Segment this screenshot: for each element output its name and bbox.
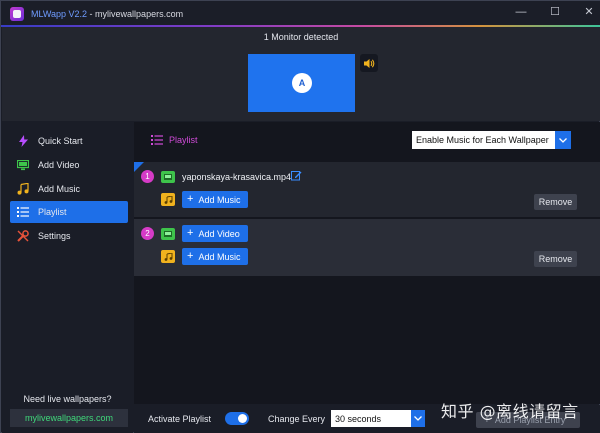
sidebar-item-label: Quick Start [38,136,83,146]
section-title: Playlist [151,135,198,145]
add-video-button[interactable]: + Add Video [182,225,248,242]
sidebar-item-playlist[interactable]: Playlist [10,201,128,223]
music-mode-value: Enable Music for Each Wallpaper [416,135,549,145]
maximize-button[interactable]: ☐ [549,7,561,18]
window-title: MLWapp V2.2 - mylivewallpapers.com [31,9,183,19]
chevron-down-icon [555,131,571,149]
list-icon [151,135,163,145]
close-button[interactable]: ✕ [583,7,595,18]
chevron-down-icon [411,410,425,427]
monitor-detected-label: 1 Monitor detected [263,32,339,42]
app-window: MLWapp V2.2 - mylivewallpapers.com — ☐ ✕… [0,0,600,433]
section-title-text: Playlist [169,135,198,145]
music-note-icon [17,183,29,195]
title-site: mylivewallpapers.com [95,9,184,19]
music-file-icon [161,193,175,206]
monitor-preview[interactable]: A [248,54,355,112]
sidebar-item-settings[interactable]: Settings [10,225,128,247]
video-file-icon [161,228,175,240]
plus-icon: + [187,250,194,262]
app-version: V2.2 [68,9,88,19]
add-music-label: Add Music [198,194,241,205]
sidebar-item-quick-start[interactable]: Quick Start [10,130,128,152]
edit-icon[interactable] [291,170,302,181]
app-name: MLWapp [31,9,67,19]
plus-icon: + [187,227,194,239]
website-link[interactable]: mylivewallpapers.com [10,409,128,427]
change-every-label: Change Every [268,414,326,424]
sidebar-item-label: Add Music [38,184,81,194]
monitor-badge: A [292,73,312,93]
remove-button[interactable]: Remove [534,251,577,267]
promo-text: Need live wallpapers? [23,394,112,404]
sidebar: Quick Start Add Video Add Music Playlist… [2,122,133,433]
speaker-icon [364,58,375,68]
activate-playlist-toggle[interactable] [225,412,249,425]
add-music-button[interactable]: + Add Music [182,191,249,208]
list-icon [17,206,29,218]
remove-button[interactable]: Remove [534,194,577,210]
interval-select[interactable]: 30 seconds [331,410,425,427]
monitor-icon [17,159,29,171]
playlist-entry[interactable]: 2 + Add Video + Add Music Remove [134,219,600,276]
video-filename: yaponskaya-krasavica.mp4 [182,172,292,182]
minimize-button[interactable]: — [515,7,527,18]
app-logo-icon [10,7,24,21]
interval-value: 30 seconds [335,413,382,424]
tools-icon [17,230,29,242]
add-video-label: Add Video [198,228,240,239]
sound-button[interactable] [360,54,378,72]
monitor-area: 1 Monitor detected A [2,27,600,121]
entry-number: 1 [141,170,154,183]
add-music-label: Add Music [198,251,241,262]
sidebar-item-add-music[interactable]: Add Music [10,178,128,200]
lightning-icon [17,135,29,147]
playlist-panel: Playlist Enable Music for Each Wallpaper… [134,122,600,404]
playlist-header: Playlist Enable Music for Each Wallpaper [134,122,600,160]
activate-playlist-label: Activate Playlist [148,414,212,424]
playlist-entry[interactable]: 1 yaponskaya-krasavica.mp4 + Add Music R… [134,162,600,217]
plus-icon: + [187,193,194,205]
title-bar: MLWapp V2.2 - mylivewallpapers.com — ☐ ✕ [1,1,600,27]
music-mode-select[interactable]: Enable Music for Each Wallpaper [412,131,571,149]
music-file-icon [161,250,175,263]
sidebar-item-label: Playlist [38,207,67,217]
title-separator: - [87,9,96,19]
entry-number: 2 [141,227,154,240]
window-controls: — ☐ ✕ [515,7,595,18]
sidebar-item-add-video[interactable]: Add Video [10,154,128,176]
watermark: 知乎 @离线请留言 [441,402,579,421]
sidebar-item-label: Settings [38,231,71,241]
video-file-icon [161,171,175,183]
sidebar-item-label: Add Video [38,160,80,170]
add-music-button[interactable]: + Add Music [182,248,249,265]
